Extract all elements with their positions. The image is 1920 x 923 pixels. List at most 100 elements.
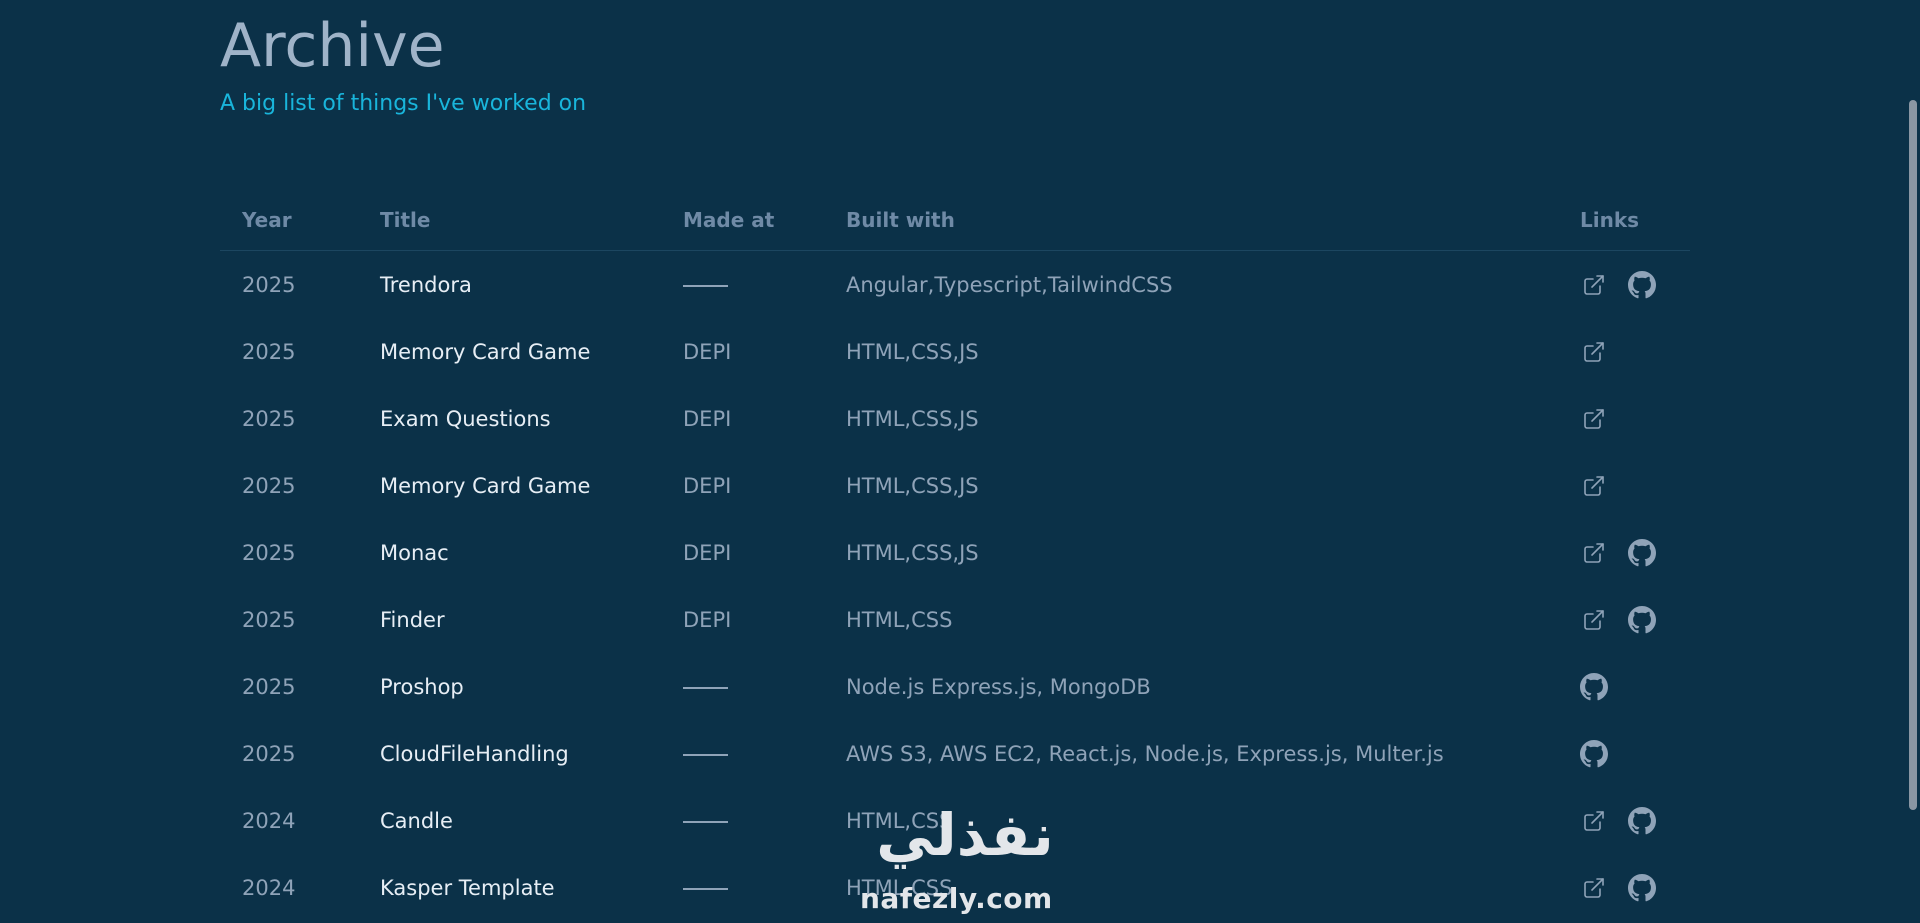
- external-link-icon[interactable]: [1580, 807, 1608, 835]
- table-row: 2025 Monac DEPI HTML,CSS,JS: [220, 519, 1690, 586]
- row-title: Memory Card Game: [380, 473, 591, 498]
- table-header-row: Year Title Made at Built with Links: [220, 190, 1690, 251]
- row-links: [1580, 854, 1690, 921]
- column-header-links: Links: [1580, 190, 1690, 251]
- row-year: 2025: [242, 607, 296, 632]
- row-links: [1580, 452, 1690, 519]
- table-row: 2025 Trendora Angular,Typescript,TailwindC…: [220, 251, 1690, 319]
- row-built-with: HTML,CSS,JS: [846, 540, 979, 565]
- links-group: [1580, 873, 1690, 902]
- archive-table: Year Title Made at Built with Links 2025…: [220, 190, 1690, 921]
- row-links: [1580, 519, 1690, 586]
- row-built-with: AWS S3, AWS EC2, React.js, Node.js, Expr…: [846, 741, 1444, 766]
- column-header-made-at: Made at: [683, 190, 846, 251]
- row-links: [1580, 318, 1690, 385]
- row-title: Monac: [380, 540, 449, 565]
- empty-dash: [683, 753, 728, 756]
- page-header: Archive A big list of things I've worked…: [220, 8, 586, 118]
- row-built-with: Node.js Express.js, MongoDB: [846, 674, 1151, 699]
- row-made-at: DEPI: [683, 406, 732, 431]
- row-year: 2025: [242, 406, 296, 431]
- table-row: 2025 Memory Card Game DEPI HTML,CSS,JS: [220, 452, 1690, 519]
- column-header-title: Title: [380, 190, 683, 251]
- row-made-at-empty: [683, 854, 846, 921]
- table-body: 2025 Trendora Angular,Typescript,TailwindC…: [220, 251, 1690, 922]
- external-link-icon[interactable]: [1580, 539, 1608, 567]
- row-year: 2025: [242, 272, 296, 297]
- external-link-icon[interactable]: [1580, 606, 1608, 634]
- row-year: 2025: [242, 339, 296, 364]
- links-group: [1580, 270, 1690, 299]
- row-built-with: HTML,CSS,JS: [846, 339, 979, 364]
- archive-table-container: Year Title Made at Built with Links 2025…: [220, 190, 1690, 921]
- row-built-with: HTML,CSS: [846, 607, 953, 632]
- row-year: 2025: [242, 473, 296, 498]
- row-links: [1580, 251, 1690, 319]
- row-year: 2025: [242, 741, 296, 766]
- row-built-with: HTML,CSS,JS: [846, 473, 979, 498]
- vertical-scrollbar[interactable]: [1906, 0, 1920, 923]
- external-link-icon[interactable]: [1580, 874, 1608, 902]
- github-icon[interactable]: [1628, 270, 1656, 299]
- row-title: Kasper Template: [380, 875, 555, 900]
- table-row: 2025 Finder DEPI HTML,CSS: [220, 586, 1690, 653]
- column-header-year: Year: [220, 190, 380, 251]
- row-links: [1580, 720, 1690, 787]
- row-made-at: DEPI: [683, 540, 732, 565]
- row-links: [1580, 586, 1690, 653]
- row-made-at-empty: [683, 251, 846, 319]
- row-links: [1580, 787, 1690, 854]
- links-group: [1580, 806, 1690, 835]
- row-made-at: DEPI: [683, 339, 732, 364]
- links-group: [1580, 672, 1690, 701]
- row-title: Trendora: [380, 272, 472, 297]
- links-group: [1580, 739, 1690, 768]
- row-year: 2025: [242, 540, 296, 565]
- row-year: 2024: [242, 875, 296, 900]
- links-group: [1580, 338, 1690, 366]
- row-built-with: HTML,CSS: [846, 808, 953, 833]
- row-year: 2024: [242, 808, 296, 833]
- empty-dash: [683, 284, 728, 287]
- column-header-built-with: Built with: [846, 190, 1580, 251]
- table-row: 2024 Kasper Template HTML,CSS: [220, 854, 1690, 921]
- row-built-with: HTML,CSS: [846, 875, 953, 900]
- page-subtitle: A big list of things I've worked on: [220, 91, 587, 116]
- external-link-icon[interactable]: [1580, 405, 1608, 433]
- row-title: Memory Card Game: [380, 339, 591, 364]
- github-icon[interactable]: [1628, 605, 1656, 634]
- row-title: Proshop: [380, 674, 464, 699]
- page-title: Archive: [220, 11, 445, 81]
- row-title: Finder: [380, 607, 445, 632]
- empty-dash: [683, 887, 728, 890]
- row-made-at: DEPI: [683, 607, 732, 632]
- row-built-with: Angular,Typescript,TailwindCSS: [846, 272, 1173, 297]
- table-row: 2025 CloudFileHandling AWS S3, AWS EC2, Re…: [220, 720, 1690, 787]
- row-made-at-empty: [683, 787, 846, 854]
- github-icon[interactable]: [1628, 806, 1656, 835]
- empty-dash: [683, 820, 728, 823]
- github-icon[interactable]: [1580, 739, 1608, 768]
- row-title: CloudFileHandling: [380, 741, 569, 766]
- table-row: 2025 Exam Questions DEPI HTML,CSS,JS: [220, 385, 1690, 452]
- table-row: 2025 Proshop Node.js Express.js, MongoDB: [220, 653, 1690, 720]
- row-year: 2025: [242, 674, 296, 699]
- scrollbar-thumb[interactable]: [1909, 100, 1917, 810]
- row-links: [1580, 653, 1690, 720]
- links-group: [1580, 472, 1690, 500]
- row-made-at: DEPI: [683, 473, 732, 498]
- row-made-at-empty: [683, 720, 846, 787]
- row-title: Candle: [380, 808, 453, 833]
- row-links: [1580, 385, 1690, 452]
- empty-dash: [683, 686, 728, 689]
- external-link-icon[interactable]: [1580, 472, 1608, 500]
- external-link-icon[interactable]: [1580, 271, 1608, 299]
- row-built-with: HTML,CSS,JS: [846, 406, 979, 431]
- github-icon[interactable]: [1580, 672, 1608, 701]
- github-icon[interactable]: [1628, 538, 1656, 567]
- links-group: [1580, 605, 1690, 634]
- links-group: [1580, 538, 1690, 567]
- external-link-icon[interactable]: [1580, 338, 1608, 366]
- github-icon[interactable]: [1628, 873, 1656, 902]
- links-group: [1580, 405, 1690, 433]
